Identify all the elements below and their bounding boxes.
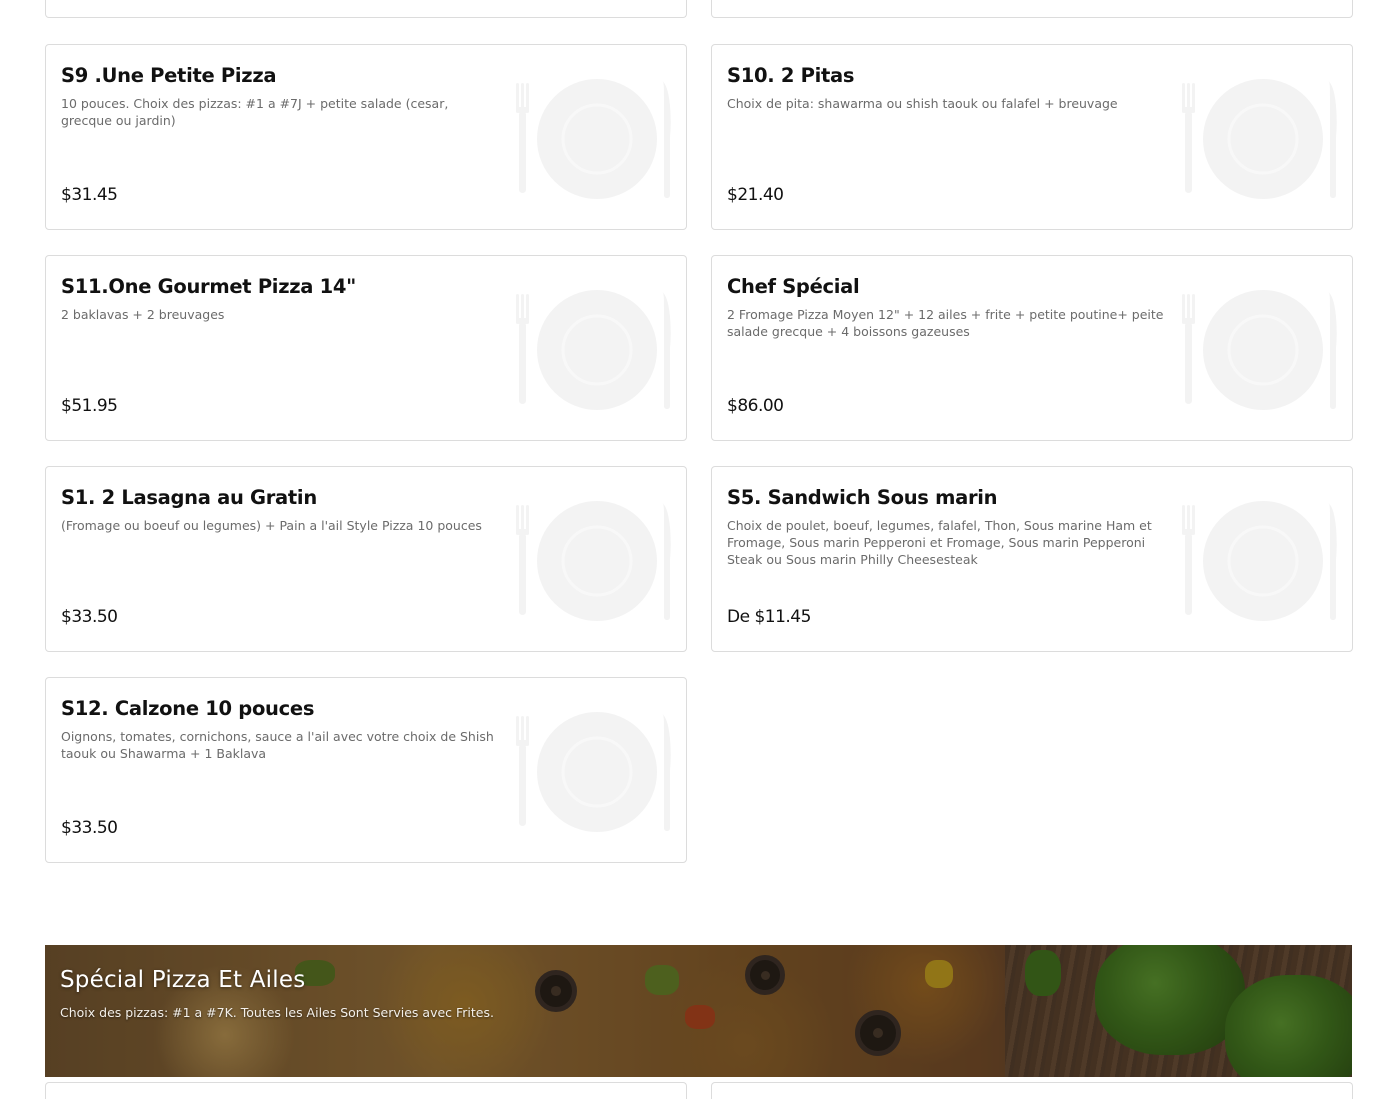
menu-item-card[interactable]: S10. 2 Pitas Choix de pita: shawarma ou …	[711, 44, 1353, 230]
menu-item-title: S5. Sandwich Sous marin	[727, 486, 998, 509]
section-banner: Spécial Pizza Et Ailes Choix des pizzas:…	[45, 945, 1352, 1077]
plate-cutlery-icon	[1178, 77, 1340, 201]
menu-item-description: 2 Fromage Pizza Moyen 12" + 12 ailes + f…	[727, 307, 1164, 339]
menu-item-price: $86.00	[727, 396, 784, 416]
menu-item-card[interactable]: S12. Calzone 10 pouces Oignons, tomates,…	[45, 677, 687, 863]
menu-item-card[interactable]: Chef Spécial 2 Fromage Pizza Moyen 12" +…	[711, 255, 1353, 441]
menu-item-card[interactable]: S9 .Une Petite Pizza 10 pouces. Choix de…	[45, 44, 687, 230]
menu-item-price: $33.50	[61, 818, 118, 838]
menu-item-description: (Fromage ou boeuf ou legumes) + Pain a l…	[61, 518, 482, 533]
plate-cutlery-icon	[512, 499, 674, 623]
menu-item-title: S9 .Une Petite Pizza	[61, 64, 277, 87]
plate-cutlery-icon	[1178, 288, 1340, 412]
plate-cutlery-icon	[512, 77, 674, 201]
menu-item-description: Choix de poulet, boeuf, legumes, falafel…	[727, 518, 1152, 567]
menu-item-price: $33.50	[61, 607, 118, 627]
plate-cutlery-icon	[512, 288, 674, 412]
section-description: Choix des pizzas: #1 a #7K. Toutes les A…	[60, 1005, 494, 1020]
menu-item-description: 2 baklavas + 2 breuvages	[61, 307, 225, 322]
menu-item-card-partial[interactable]	[711, 0, 1353, 18]
menu-item-title: S12. Calzone 10 pouces	[61, 697, 315, 720]
menu-item-card-partial[interactable]	[45, 0, 687, 18]
menu-item-card[interactable]: S11.One Gourmet Pizza 14" 2 baklavas + 2…	[45, 255, 687, 441]
plate-cutlery-icon	[512, 710, 674, 834]
menu-item-description: 10 pouces. Choix des pizzas: #1 a #7J + …	[61, 96, 449, 128]
menu-item-card[interactable]: S1. 2 Lasagna au Gratin (Fromage ou boeu…	[45, 466, 687, 652]
menu-item-title: Chef Spécial	[727, 275, 860, 298]
menu-item-title: S11.One Gourmet Pizza 14"	[61, 275, 357, 298]
menu-item-price: $51.95	[61, 396, 118, 416]
menu-item-title: S1. 2 Lasagna au Gratin	[61, 486, 317, 509]
menu-item-title: S10. 2 Pitas	[727, 64, 855, 87]
menu-item-card-partial[interactable]	[711, 1082, 1353, 1099]
section-title: Spécial Pizza Et Ailes	[60, 967, 306, 993]
menu-item-card-partial[interactable]	[45, 1082, 687, 1099]
menu-item-price: $31.45	[61, 185, 118, 205]
menu-item-description: Choix de pita: shawarma ou shish taouk o…	[727, 96, 1118, 111]
menu-item-price: De $11.45	[727, 607, 811, 627]
menu-item-price: $21.40	[727, 185, 784, 205]
plate-cutlery-icon	[1178, 499, 1340, 623]
menu-item-card[interactable]: S5. Sandwich Sous marin Choix de poulet,…	[711, 466, 1353, 652]
menu-item-description: Oignons, tomates, cornichons, sauce a l'…	[61, 729, 494, 761]
